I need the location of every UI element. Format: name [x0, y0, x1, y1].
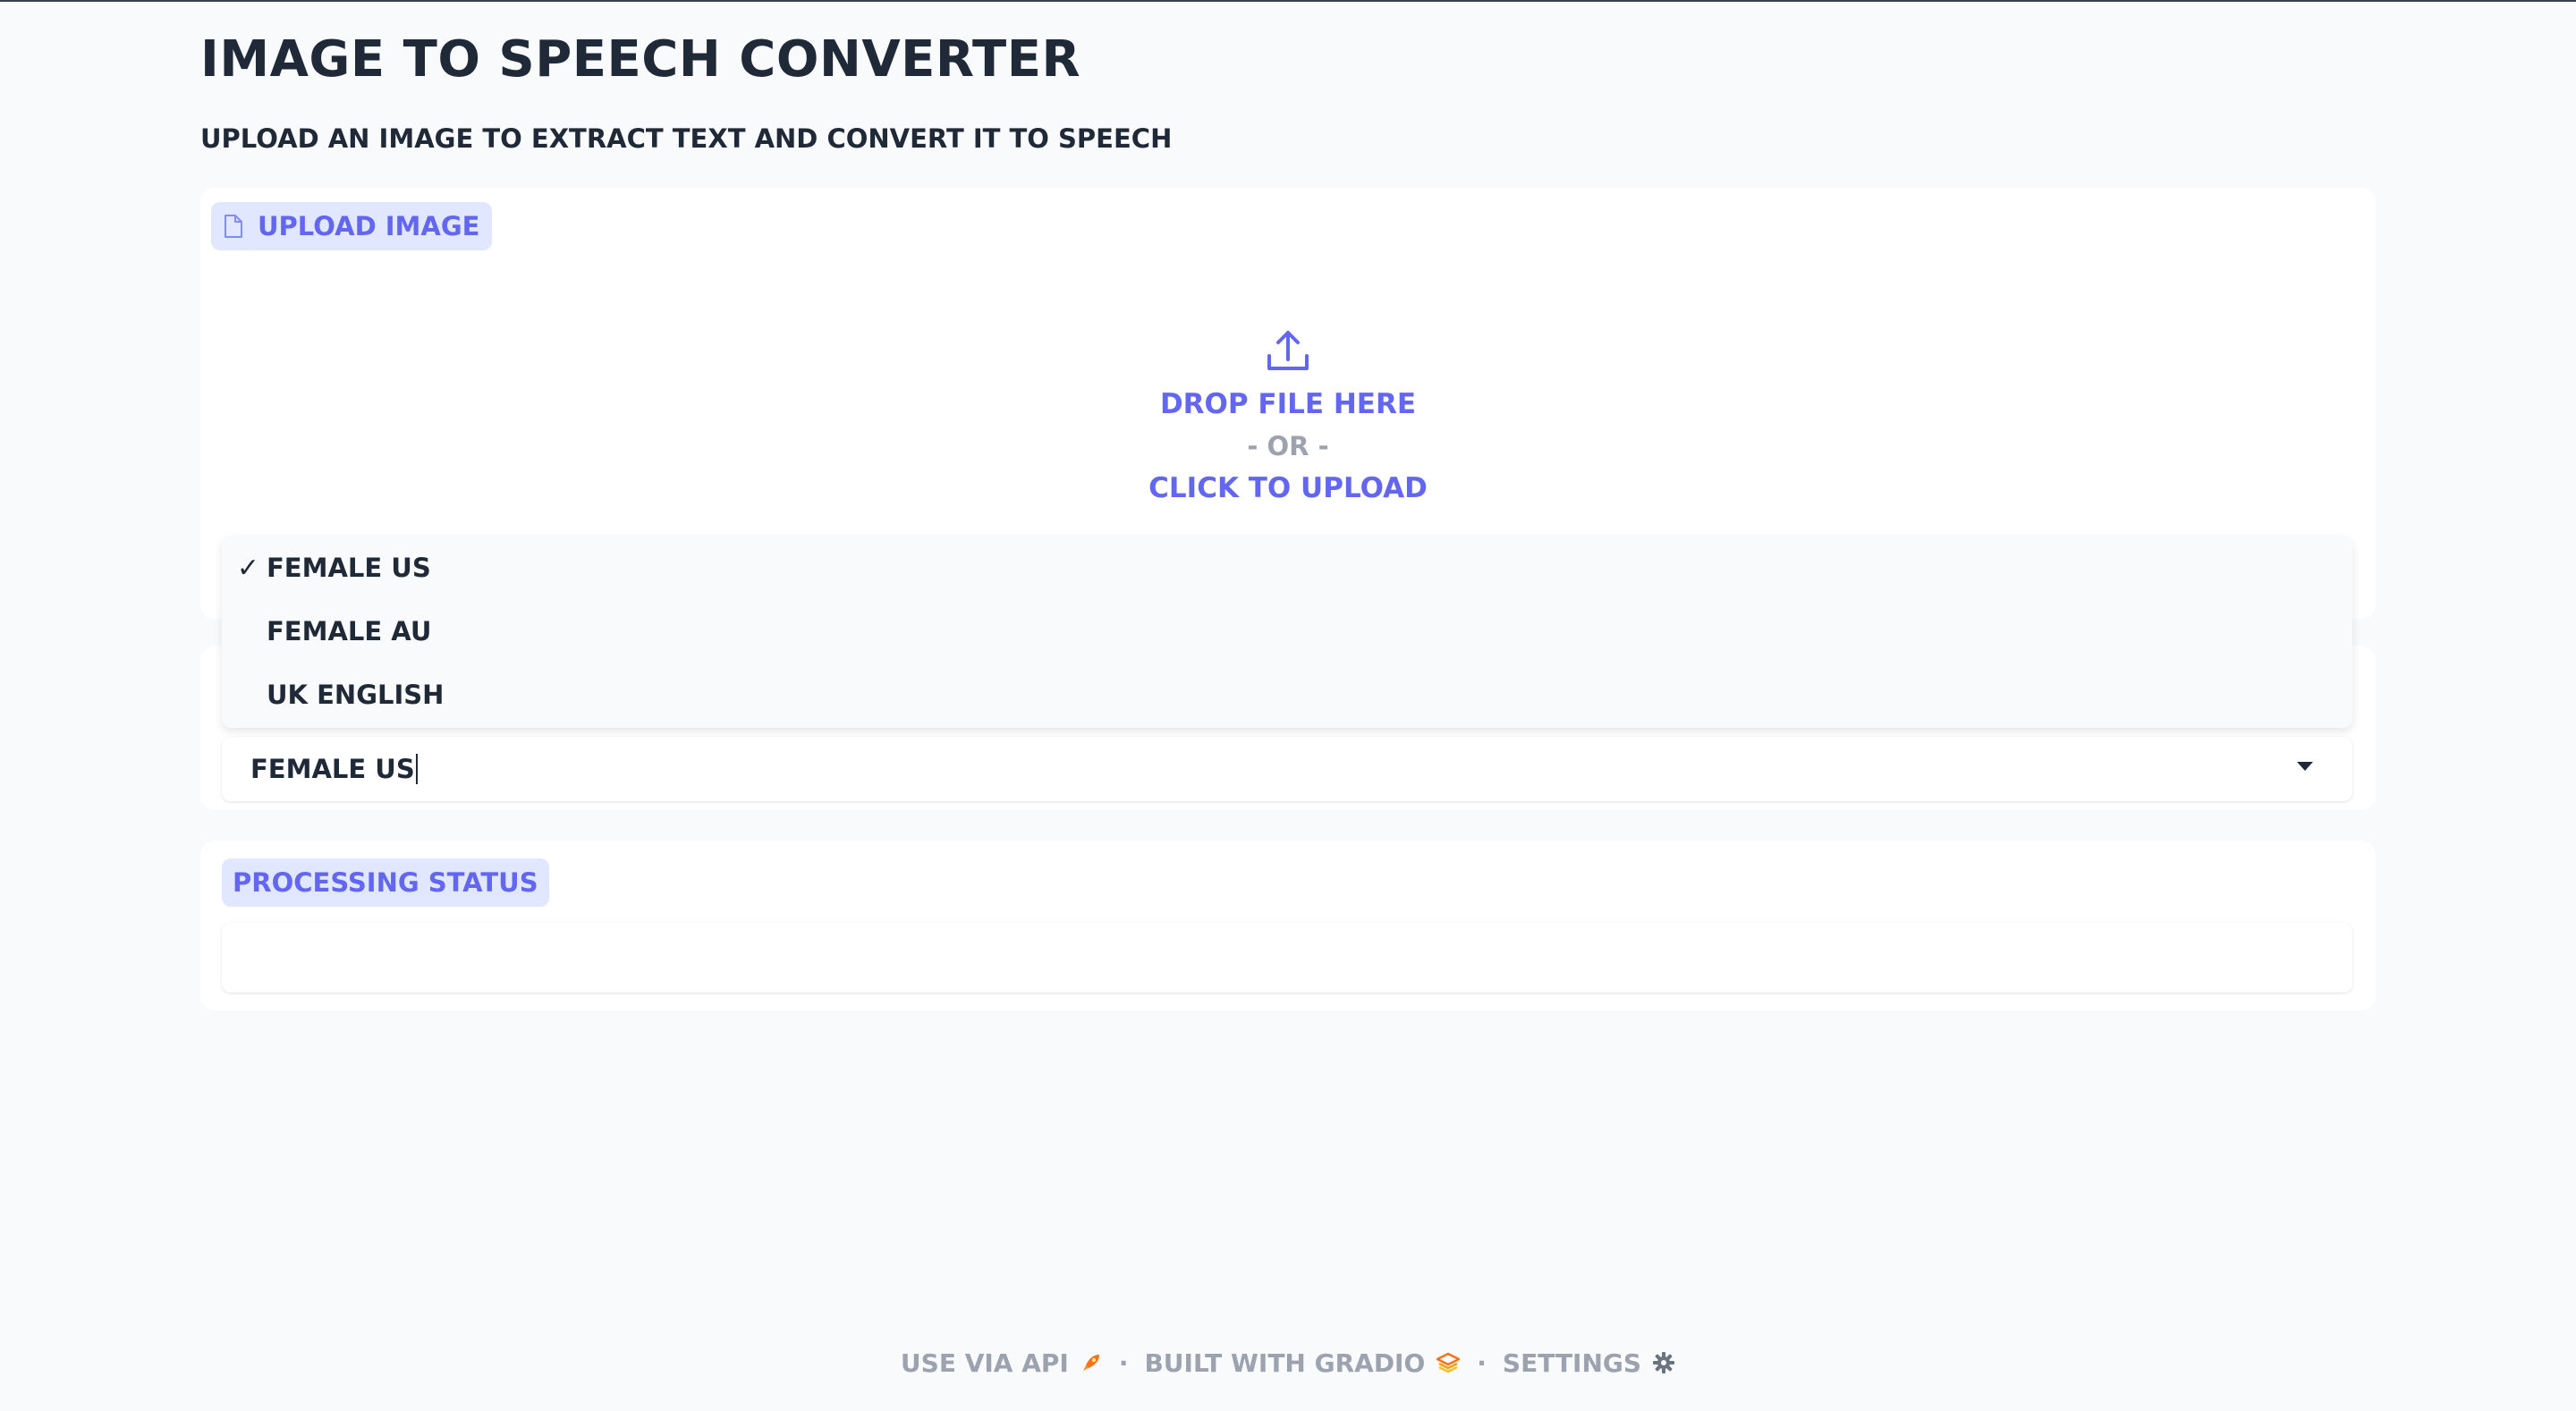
page-subtitle: UPLOAD AN IMAGE TO EXTRACT TEXT AND CONV… [200, 123, 1173, 154]
settings-label: SETTINGS [1502, 1348, 1642, 1378]
voice-option-female-au[interactable]: FEMALE AU [222, 600, 2352, 663]
use-via-api-link[interactable]: USE VIA API [901, 1348, 1103, 1378]
voice-option-female-us[interactable]: ✓ FEMALE US [222, 537, 2352, 599]
file-dropzone[interactable]: DROP FILE HERE - OR - CLICK TO UPLOAD [200, 304, 2376, 572]
page-title: IMAGE TO SPEECH CONVERTER [200, 30, 1081, 89]
upload-image-label: UPLOAD IMAGE [211, 202, 493, 250]
footer-separator: · [1477, 1348, 1487, 1378]
click-to-upload-text: CLICK TO UPLOAD [1148, 472, 1428, 504]
built-with-gradio-link[interactable]: BUILT WITH GRADIO [1144, 1348, 1461, 1378]
built-with-gradio-label: BUILT WITH GRADIO [1144, 1348, 1426, 1378]
voice-option-uk-english[interactable]: UK ENGLISH [222, 663, 2352, 726]
processing-status-block: PROCESSING STATUS [200, 841, 2376, 1010]
processing-status-textbox[interactable] [222, 923, 2352, 993]
voice-dropdown-options: ✓ FEMALE US FEMALE AU UK ENGLISH [222, 537, 2352, 728]
rocket-icon [1082, 1355, 1099, 1371]
use-via-api-label: USE VIA API [900, 1348, 1069, 1378]
upload-image-label-text: UPLOAD IMAGE [258, 211, 480, 241]
footer: USE VIA API · BUILT WITH GRADIO · SETTIN… [0, 1345, 2576, 1381]
voice-dropdown-input[interactable]: FEMALE US [222, 737, 2352, 801]
or-separator-text: - OR - [1247, 431, 1329, 461]
gear-icon [1653, 1352, 1675, 1373]
drop-file-text: DROP FILE HERE [1159, 388, 1417, 420]
chevron-down-icon[interactable] [2297, 762, 2313, 771]
voice-dropdown-value[interactable]: FEMALE US [250, 754, 418, 784]
file-icon [225, 215, 242, 238]
voice-option-label: UK ENGLISH [267, 680, 445, 710]
voice-option-label: FEMALE US [267, 553, 431, 583]
voice-option-label: FEMALE AU [267, 616, 432, 646]
checkmark-icon: ✓ [236, 552, 259, 584]
upload-icon [1267, 331, 1309, 370]
settings-link[interactable]: SETTINGS [1503, 1348, 1675, 1378]
footer-separator: · [1118, 1348, 1129, 1378]
gradio-logo-icon [1436, 1352, 1461, 1373]
processing-status-label: PROCESSING STATUS [222, 858, 549, 907]
